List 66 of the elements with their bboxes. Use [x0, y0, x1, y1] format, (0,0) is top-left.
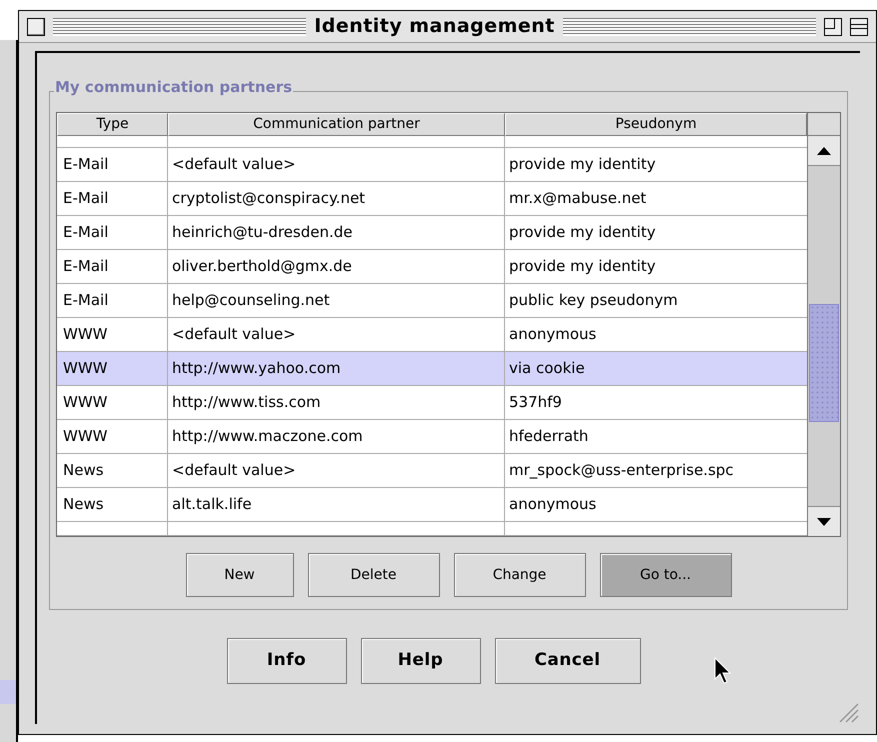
table-cell-text: anonymous: [508, 324, 598, 346]
window-title: Identity management: [314, 14, 555, 40]
action-button[interactable]: Go to...: [600, 553, 732, 597]
dialog-button[interactable]: Cancel: [494, 638, 640, 684]
down-arrow-icon: [817, 518, 831, 526]
table-cell-text: mr.x@mabuse.net: [508, 188, 648, 210]
column-header[interactable]: Type: [57, 113, 168, 136]
table-cell: alt.talk.life: [168, 488, 505, 521]
scroll-thumb[interactable]: [809, 304, 839, 422]
table-row[interactable]: WWW <default value> anonymous: [57, 318, 807, 352]
table-cell: E-Mail: [57, 284, 168, 317]
table-cell-text: 537hf9: [508, 392, 563, 414]
table-cell: WWW: [57, 420, 168, 453]
action-button[interactable]: New: [186, 553, 294, 597]
table-cell: http://www.maczone.com: [168, 420, 505, 453]
scrollbar[interactable]: [807, 113, 840, 536]
table-cell: E-Mail: [57, 250, 168, 283]
table-cell: oliver.berthold@gmx.de: [168, 250, 505, 283]
table-cell: <default value>: [168, 148, 505, 181]
scroll-down-button[interactable]: [808, 506, 840, 536]
table-cell-text: provide my identity: [508, 222, 657, 244]
table-row[interactable]: E-Mail help@counseling.net public key pseudonym: [57, 284, 807, 318]
table-row[interactable]: News alt.talk.life anonymous: [57, 488, 807, 522]
table-row[interactable]: E-Mail heinrich@tu-dresden.de provide my identity: [57, 216, 807, 250]
action-button[interactable]: Delete: [308, 553, 440, 597]
table-cell-text: provide my identity: [508, 256, 657, 278]
table-cell: heinrich@tu-dresden.de: [168, 216, 505, 249]
table-row[interactable]: E-Mail oliver.berthold@gmx.de provide my identity: [57, 250, 807, 284]
zoom-box[interactable]: [824, 18, 842, 36]
table-cell: E-Mail: [57, 182, 168, 215]
table-row[interactable]: E-Mail cryptolist@conspiracy.net mr.x@mabuse.net: [57, 182, 807, 216]
action-button[interactable]: Change: [454, 553, 586, 597]
scroll-up-button[interactable]: [808, 136, 840, 166]
table-row[interactable]: News <default value> mr_spock@uss-enterprise.spc: [57, 454, 807, 488]
table-cell-text: anonymous: [508, 494, 598, 516]
mouse-pointer-icon: [714, 657, 734, 685]
table-cell: WWW: [57, 386, 168, 419]
table-row[interactable]: E-Mail <default value> provide my identity: [57, 148, 807, 182]
table-cell: http://www.yahoo.com: [168, 352, 505, 385]
table-cell: E-Mail: [57, 148, 168, 181]
table-row[interactable]: WWW http://www.maczone.com hfederrath: [57, 420, 807, 454]
column-header[interactable]: Communication partner: [168, 113, 505, 136]
table-cell: help@counseling.net: [168, 284, 505, 317]
column-header[interactable]: Pseudonym: [505, 113, 807, 136]
table-row[interactable]: WWW http://www.tiss.com 537hf9: [57, 386, 807, 420]
dialog-button[interactable]: Help: [360, 638, 480, 684]
table-cell: News: [57, 488, 168, 521]
collapse-box[interactable]: [850, 18, 868, 36]
up-arrow-icon: [817, 146, 831, 154]
table-cell-text: via cookie: [508, 358, 586, 380]
table-cell-text: mr_spock@uss-enterprise.spc: [508, 460, 735, 482]
close-box[interactable]: [27, 18, 45, 36]
table-cell-text: public key pseudonym: [508, 290, 679, 312]
table-cell: http://www.tiss.com: [168, 386, 505, 419]
dialog-button[interactable]: Info: [226, 638, 346, 684]
table-cell-text: provide my identity: [508, 154, 657, 176]
table-cell: <default value>: [168, 318, 505, 351]
table-cell: <default value>: [168, 454, 505, 487]
table-cell: cryptolist@conspiracy.net: [168, 182, 505, 215]
table-cell: WWW: [57, 352, 168, 385]
table-cell: News: [57, 454, 168, 487]
table-cell: E-Mail: [57, 216, 168, 249]
table-cell-text: hfederrath: [508, 426, 590, 448]
table-cell: WWW: [57, 318, 168, 351]
group-title: My communication partners: [54, 80, 294, 95]
table-row[interactable]: WWW http://www.yahoo.com via cookie: [57, 352, 807, 386]
